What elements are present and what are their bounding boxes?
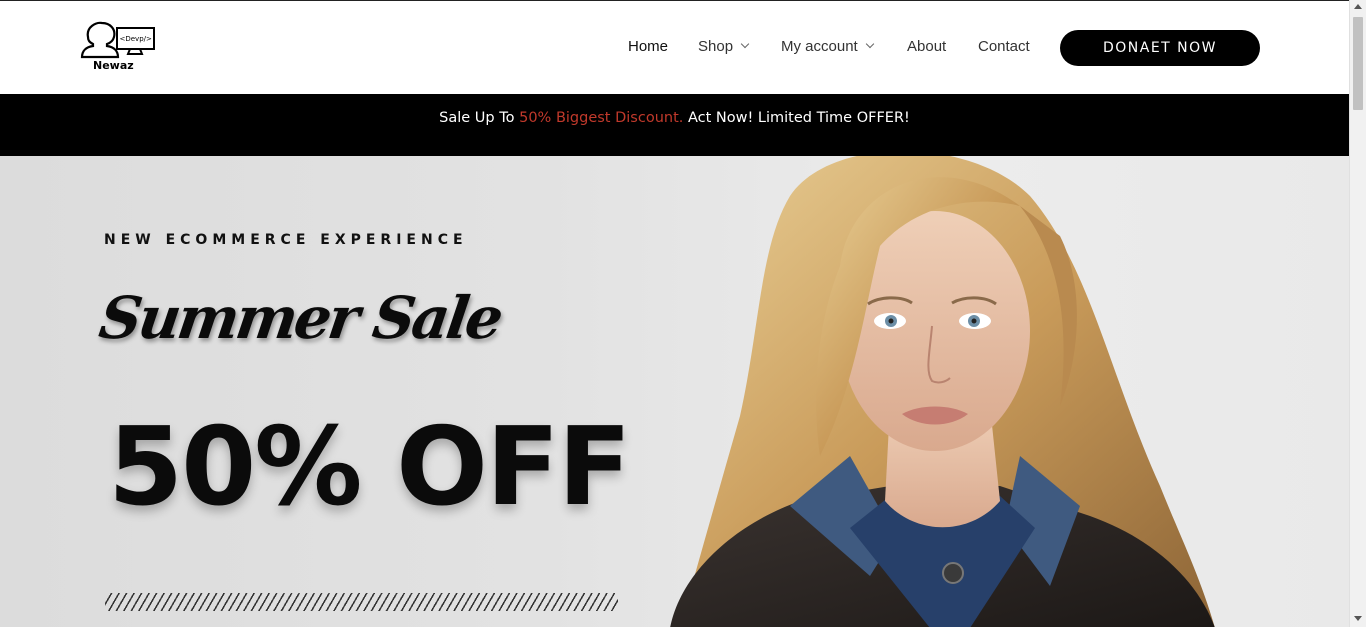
site-logo[interactable]: <Devp/> Newaz	[80, 21, 160, 77]
hero-kicker: NEW ECOMMERCE EXPERIENCE	[104, 232, 468, 248]
nav-contact-label: Contact	[978, 38, 1030, 55]
model-photo	[670, 156, 1215, 627]
scroll-up-arrow-icon[interactable]	[1354, 4, 1362, 9]
donate-button[interactable]: DONAET NOW	[1060, 30, 1260, 66]
nav-about-label: About	[907, 38, 947, 55]
nav-my-account[interactable]: My account	[781, 38, 874, 55]
logo-icon: <Devp/>	[80, 21, 155, 59]
promo-suffix: Act Now! Limited Time OFFER!	[683, 110, 910, 126]
promo-text: Sale Up To 50% Biggest Discount. Act Now…	[0, 94, 1349, 142]
decorative-stripes	[105, 593, 618, 611]
promo-bar: Sale Up To 50% Biggest Discount. Act Now…	[0, 94, 1349, 156]
chevron-down-icon	[865, 39, 874, 49]
scroll-thumb[interactable]	[1353, 17, 1363, 110]
hero-headline: 50% OFF	[108, 405, 631, 530]
nav-shop-label: Shop	[698, 38, 734, 55]
nav-shop[interactable]: Shop	[698, 38, 750, 55]
nav-about[interactable]: About	[907, 38, 946, 55]
nav-my-account-label: My account	[781, 38, 858, 55]
promo-prefix: Sale Up To	[439, 110, 520, 126]
logo-text: Newaz	[93, 59, 134, 72]
nav-home[interactable]: Home	[628, 38, 668, 55]
page: <Devp/> Newaz Home Shop My account About…	[0, 0, 1349, 627]
hero-script-title: Summer Sale	[95, 284, 505, 352]
nav-contact[interactable]: Contact	[978, 38, 1030, 55]
scroll-down-arrow-icon[interactable]	[1354, 616, 1362, 621]
nav-home-label: Home	[628, 38, 669, 55]
logo-tag: <Devp/>	[120, 35, 153, 43]
chevron-down-icon	[740, 39, 750, 49]
promo-highlight: 50% Biggest Discount.	[519, 110, 684, 126]
site-header: <Devp/> Newaz Home Shop My account About…	[0, 1, 1349, 94]
page-scrollbar[interactable]	[1349, 0, 1366, 627]
hero-banner: NEW ECOMMERCE EXPERIENCE Summer Sale 50%…	[0, 156, 1349, 627]
